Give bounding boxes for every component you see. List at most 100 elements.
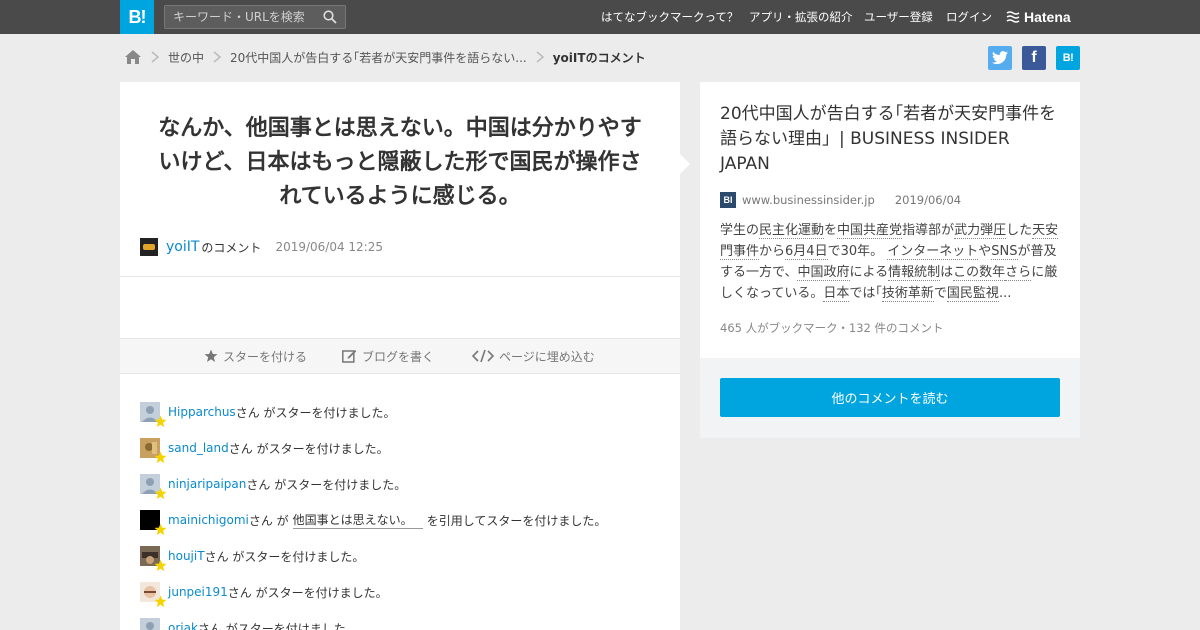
author-suffix: のコメント: [201, 240, 262, 255]
nav-login[interactable]: ログイン: [946, 9, 992, 25]
nav-apps[interactable]: アプリ・拡張の紹介: [749, 9, 853, 25]
hatena-bookmark-logo[interactable]: B!: [120, 0, 154, 34]
summary-text: から: [759, 244, 786, 259]
keyword-link[interactable]: インターネット: [887, 244, 979, 260]
star-list: Hipparchus さん がスターを付けました。 sand_land さん がスタ…: [140, 394, 660, 630]
star-icon: [154, 595, 167, 608]
twitter-icon: [992, 51, 1008, 65]
hatena-bookmark-button[interactable]: B!: [1056, 46, 1080, 70]
list-item: ninjaripaipan さん がスターを付けました。: [140, 466, 660, 502]
keyword-link[interactable]: 6月4日: [785, 244, 828, 260]
read-other-comments-button[interactable]: 他のコメントを読む: [720, 378, 1060, 417]
keyword-link[interactable]: 中国政府: [797, 265, 850, 281]
list-item: oriak さん がスターを付けました。: [140, 610, 660, 630]
list-item: mainichigomi さん が他国事とは思えない。 を引用してスターを付けました…: [140, 502, 660, 538]
search-input[interactable]: [165, 6, 315, 28]
comment-text: なんか、他国事とは思えない。中国は分かりやすいけど、日本はもっと隠蔽した形で国民…: [158, 116, 642, 209]
avatar[interactable]: [140, 402, 167, 428]
edit-icon: [342, 350, 357, 363]
hatena-brand-text: Hatena: [1024, 9, 1071, 25]
code-icon: [472, 349, 494, 363]
author-link[interactable]: yoiIT: [166, 239, 199, 255]
embed-page-label: ページに埋め込む: [499, 349, 595, 364]
nav-register[interactable]: ユーザー登録: [864, 9, 933, 25]
keyword-link[interactable]: さら: [1005, 265, 1032, 281]
entry-stats[interactable]: 465 人がブックマーク・132 件のコメント: [720, 320, 943, 336]
keyword-link[interactable]: 民主化運動: [759, 223, 825, 239]
avatar[interactable]: [140, 474, 167, 500]
avatar[interactable]: [140, 546, 167, 572]
star-icon: [154, 415, 167, 428]
breadcrumb-category[interactable]: 世の中: [168, 49, 204, 66]
star-user-link[interactable]: houjiT: [168, 549, 205, 563]
avatar[interactable]: [140, 510, 167, 536]
star-text: さん が: [248, 513, 289, 528]
star-user-link[interactable]: sand_land: [168, 441, 229, 455]
summary-text: を: [824, 223, 838, 238]
breadcrumb-entry[interactable]: 20代中国人が告白する｢若者が天安門事件を語らない...: [230, 49, 527, 66]
summary-text: 学生の: [720, 223, 760, 238]
summary-text: では｢: [849, 286, 882, 301]
chevron-right-icon: [151, 51, 160, 63]
entry-title[interactable]: 20代中国人が告白する｢若者が天安門事件を語らない理由」| BUSINESS I…: [720, 102, 1064, 177]
entry-date: 2019/06/04: [894, 193, 962, 207]
search-icon[interactable]: [323, 10, 337, 24]
write-blog-label: ブログを書く: [362, 349, 435, 364]
breadcrumb: 世の中 20代中国人が告白する｢若者が天安門事件を語らない... yoiITのコ…: [124, 44, 646, 70]
keyword-link[interactable]: 武力弾圧: [954, 223, 1007, 239]
nav-about[interactable]: はてなブックマークって？: [601, 9, 738, 25]
keyword-link[interactable]: この数年: [953, 265, 1006, 281]
search-box[interactable]: [164, 5, 346, 29]
action-bar: スターを付ける ブログを書く ページに埋め込む: [120, 338, 680, 374]
chevron-right-icon: [536, 51, 544, 63]
comment-card: なんか、他国事とは思えない。中国は分かりやすいけど、日本はもっと隠蔽した形で国民…: [120, 82, 680, 630]
default-avatar-icon: [140, 618, 160, 630]
star-text: さん がスターを付けました。: [246, 477, 407, 492]
keyword-link[interactable]: 中国共産党: [837, 223, 903, 239]
hatena-brand-link[interactable]: Hatena: [1006, 0, 1071, 34]
star-user-link[interactable]: ninjaripaipan: [168, 477, 246, 491]
summary-text: した: [1006, 223, 1033, 238]
summary-text: 指導部が: [902, 223, 955, 238]
avatar[interactable]: [140, 438, 167, 464]
entry-domain[interactable]: www.businessinsider.jp: [742, 193, 875, 207]
breadcrumb-current: yoiITのコメント: [552, 50, 646, 65]
summary-text: による: [849, 265, 889, 280]
star-user-link[interactable]: mainichigomi: [168, 513, 249, 527]
comment-timestamp[interactable]: 2019/06/04 12:25: [275, 240, 383, 254]
quoted-text[interactable]: 他国事とは思えない。: [292, 511, 423, 529]
keyword-link[interactable]: 国民監視: [946, 286, 999, 302]
more-comments-box: 他のコメントを読む: [700, 358, 1080, 438]
star-text: さん がスターを付けました。: [228, 441, 389, 456]
keyword-link[interactable]: 情報統制: [888, 265, 941, 281]
star-user-link[interactable]: Hipparchus: [168, 405, 236, 419]
keyword-link[interactable]: 技術革新: [881, 286, 934, 302]
site-favicon: BI: [720, 192, 736, 208]
keyword-link[interactable]: 日本: [823, 286, 850, 302]
star-text: さん がスターを付けました。: [204, 549, 365, 564]
star-icon: [154, 523, 167, 536]
entry-card: 20代中国人が告白する｢若者が天安門事件を語らない理由」| BUSINESS I…: [700, 82, 1080, 358]
write-blog-button[interactable]: ブログを書く: [342, 339, 434, 373]
summary-text: ...: [998, 286, 1012, 301]
chevron-right-icon: [213, 51, 222, 63]
list-item: Hipparchus さん がスターを付けました。: [140, 394, 660, 430]
avatar[interactable]: [140, 238, 158, 256]
comment-author-row: yoiIT のコメント 2019/06/04 12:25: [140, 238, 383, 256]
embed-page-button[interactable]: ページに埋め込む: [472, 339, 595, 373]
star-text: さん がスターを付けました。: [197, 621, 358, 630]
summary-text: や: [978, 244, 992, 259]
twitter-share-button[interactable]: [988, 46, 1012, 70]
star-user-link[interactable]: oriak: [168, 621, 198, 630]
facebook-share-button[interactable]: f: [1022, 46, 1046, 70]
star-user-link[interactable]: junpei191: [168, 585, 228, 599]
avatar[interactable]: [140, 582, 167, 608]
add-star-button[interactable]: スターを付ける: [204, 339, 307, 373]
keyword-link[interactable]: SNS: [991, 244, 1018, 260]
star-icon: [204, 349, 218, 362]
avatar[interactable]: [140, 618, 160, 630]
home-icon[interactable]: [124, 49, 142, 65]
add-star-label: スターを付ける: [223, 349, 308, 364]
star-text: を引用してスターを付けました。: [426, 513, 607, 528]
card-pointer: [680, 154, 690, 174]
